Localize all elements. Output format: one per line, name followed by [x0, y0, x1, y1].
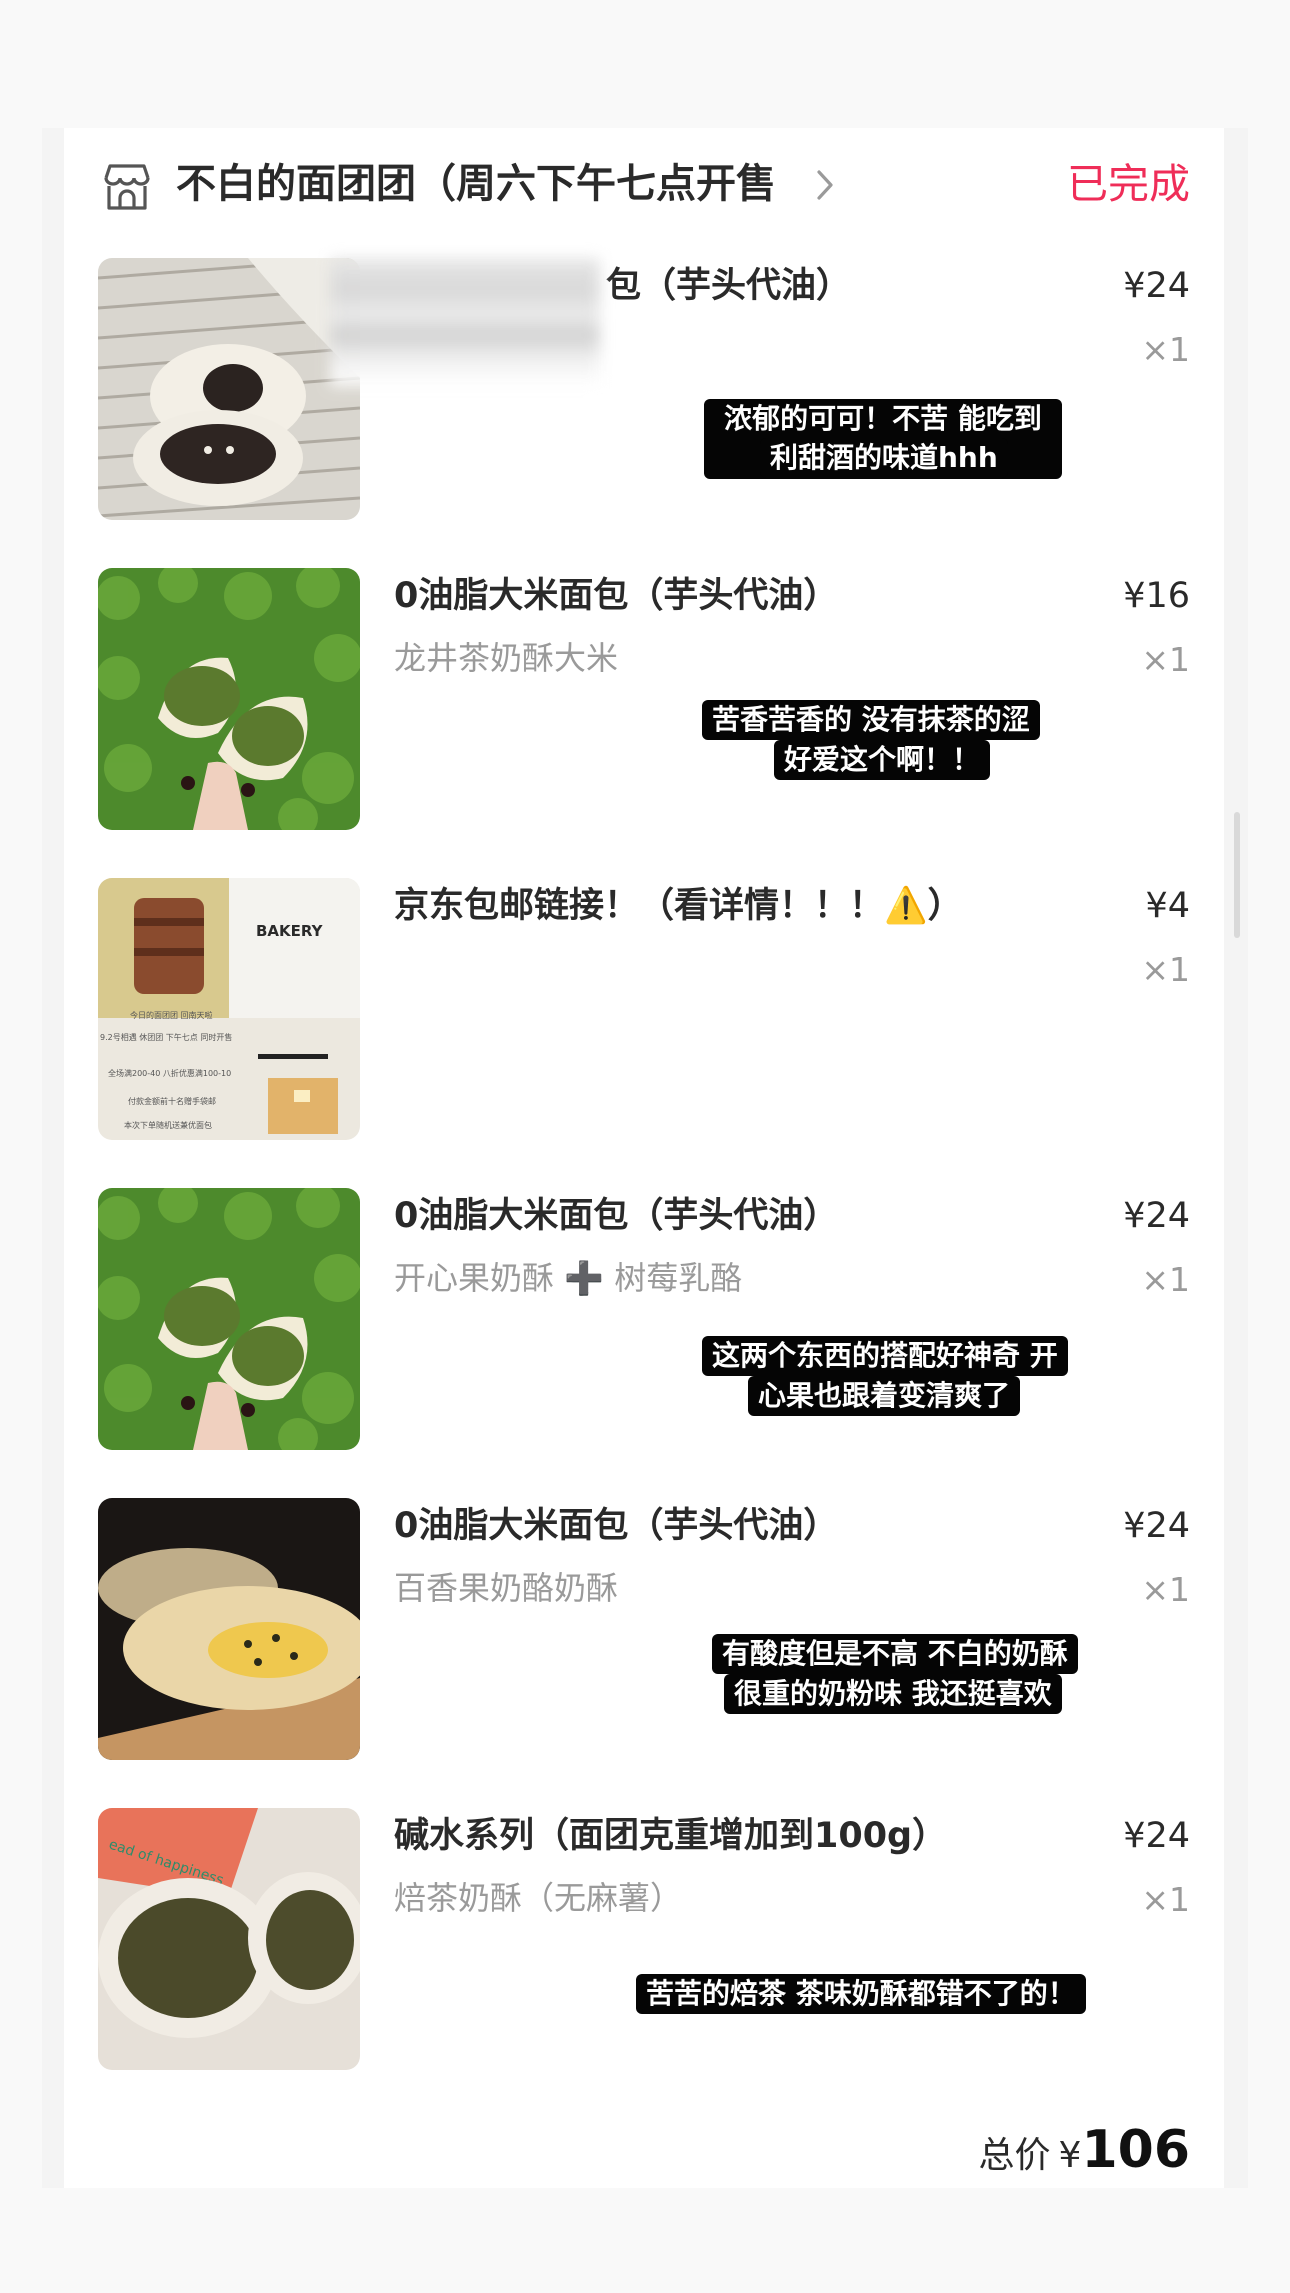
caption-line: 利甜酒的味道hhh	[770, 441, 998, 474]
product-image[interactable]: BAKERY 今日的面团团 回南天啦 9.2号相遇 休团团 下午七点 同时开售 …	[98, 878, 360, 1140]
comment-caption: 苦香苦香的 没有抹茶的涩	[702, 700, 1040, 740]
comment-caption: 好爱这个啊！！	[774, 740, 991, 780]
product-title[interactable]: 碱水系列（面团克重增加到100g）	[394, 1812, 947, 1860]
product-spec: 焙茶奶酥（无麻薯）	[394, 1879, 683, 1917]
product-quantity: ×1	[1141, 330, 1190, 369]
product-title[interactable]: 包（芋头代油）	[606, 262, 851, 310]
caption-line: 这两个东西的搭配好神奇 开	[712, 1339, 1058, 1372]
product-price: ¥16	[1123, 576, 1190, 616]
product-spec: 开心果奶酥 ➕ 树莓乳酪	[394, 1259, 743, 1297]
thumb-text: 本次下单随机送兼优面包	[124, 1120, 212, 1130]
order-status: 已完成	[1067, 160, 1190, 208]
product-title[interactable]: 京东包邮链接！（看详情！！！⚠️）	[394, 882, 963, 930]
product-quantity: ×1	[1141, 1260, 1190, 1299]
product-quantity: ×1	[1141, 1570, 1190, 1609]
thumb-text: 今日的面团团 回南天啦	[130, 1010, 213, 1020]
order-item[interactable]: ead of happiness 碱水系列（面团克重增加到100g） 焙茶奶酥（…	[98, 1808, 1190, 2070]
scrollbar[interactable]	[1234, 812, 1240, 938]
product-price: ¥4	[1145, 886, 1190, 926]
comment-caption: 苦苦的焙茶 茶味奶酥都错不了的！	[636, 1974, 1086, 2014]
product-price: ¥24	[1123, 1196, 1190, 1236]
product-title[interactable]: 0油脂大米面包（芋头代油）	[394, 1192, 838, 1240]
store-name[interactable]: 不白的面团团（周六下午七点开售	[176, 156, 776, 212]
comment-caption: 很重的奶粉味 我还挺喜欢	[724, 1674, 1062, 1714]
product-price: ¥24	[1123, 1506, 1190, 1546]
product-image[interactable]: ead of happiness	[98, 1808, 360, 2070]
caption-line: 苦苦的焙茶 茶味奶酥都错不了的！	[646, 1977, 1076, 2010]
product-image[interactable]	[98, 258, 360, 520]
product-price: ¥24	[1123, 266, 1190, 306]
product-quantity: ×1	[1141, 640, 1190, 679]
product-title[interactable]: 0油脂大米面包（芋头代油）	[394, 1502, 838, 1550]
order-item[interactable]: 0油脂大米面包（芋头代油） 龙井茶奶酥大米 ¥16 ×1 苦香苦香的 没有抹茶的…	[98, 568, 1190, 830]
chevron-right-icon[interactable]	[814, 168, 838, 202]
comment-caption: 心果也跟着变清爽了	[748, 1376, 1021, 1416]
store-icon	[104, 164, 150, 210]
product-image[interactable]	[98, 1498, 360, 1760]
product-quantity: ×1	[1141, 1880, 1190, 1919]
thumb-text: BAKERY	[256, 922, 324, 940]
product-spec: 龙井茶奶酥大米	[394, 639, 619, 677]
caption-line: 心果也跟着变清爽了	[758, 1379, 1011, 1412]
product-spec: 百香果奶酪奶酥	[394, 1569, 619, 1607]
order-total: 总价 ¥106	[979, 2120, 1190, 2180]
caption-line: 好爱这个啊！！	[784, 743, 981, 776]
total-amount: 106	[1081, 2120, 1190, 2180]
thumb-text: 9.2号相遇 休团团 下午七点 同时开售	[100, 1032, 232, 1042]
total-label: 总价	[978, 2135, 1051, 2176]
order-item[interactable]: 0油脂大米面包（芋头代油） 开心果奶酥 ➕ 树莓乳酪 ¥24 ×1 这两个东西的…	[98, 1188, 1190, 1450]
comment-caption: 有酸度但是不高 不白的奶酥	[712, 1634, 1078, 1674]
product-price: ¥24	[1123, 1816, 1190, 1856]
product-title[interactable]: 0油脂大米面包（芋头代油）	[394, 572, 838, 620]
order-item[interactable]: 0油脂大米面包（芋头代油） 百香果奶酪奶酥 ¥24 ×1 有酸度但是不高 不白的…	[98, 1498, 1190, 1760]
comment-caption: 这两个东西的搭配好神奇 开	[702, 1336, 1068, 1376]
store-header[interactable]: 不白的面团团（周六下午七点开售 已完成	[100, 152, 1190, 218]
thumb-text: 全场满200-40 八折优惠满100-10	[108, 1068, 231, 1078]
product-image[interactable]	[98, 1188, 360, 1450]
order-item[interactable]: BAKERY 今日的面团团 回南天啦 9.2号相遇 休团团 下午七点 同时开售 …	[98, 878, 1190, 1140]
comment-caption: 利甜酒的味道hhh	[760, 438, 1008, 478]
total-currency: ¥	[1058, 2135, 1082, 2176]
caption-line: 有酸度但是不高 不白的奶酥	[722, 1637, 1068, 1670]
caption-line: 苦香苦香的 没有抹茶的涩	[712, 703, 1030, 736]
product-image[interactable]	[98, 568, 360, 830]
caption-line: 很重的奶粉味 我还挺喜欢	[734, 1677, 1052, 1710]
redacted-area	[330, 258, 600, 386]
product-quantity: ×1	[1141, 950, 1190, 989]
thumb-text: 付款金额前十名赠手袋邮	[128, 1096, 216, 1106]
order-item[interactable]: 包（芋头代油） ¥24 ×1 浓郁的可可！不苦 能吃到百 利甜酒的味道hhh	[98, 258, 1190, 520]
